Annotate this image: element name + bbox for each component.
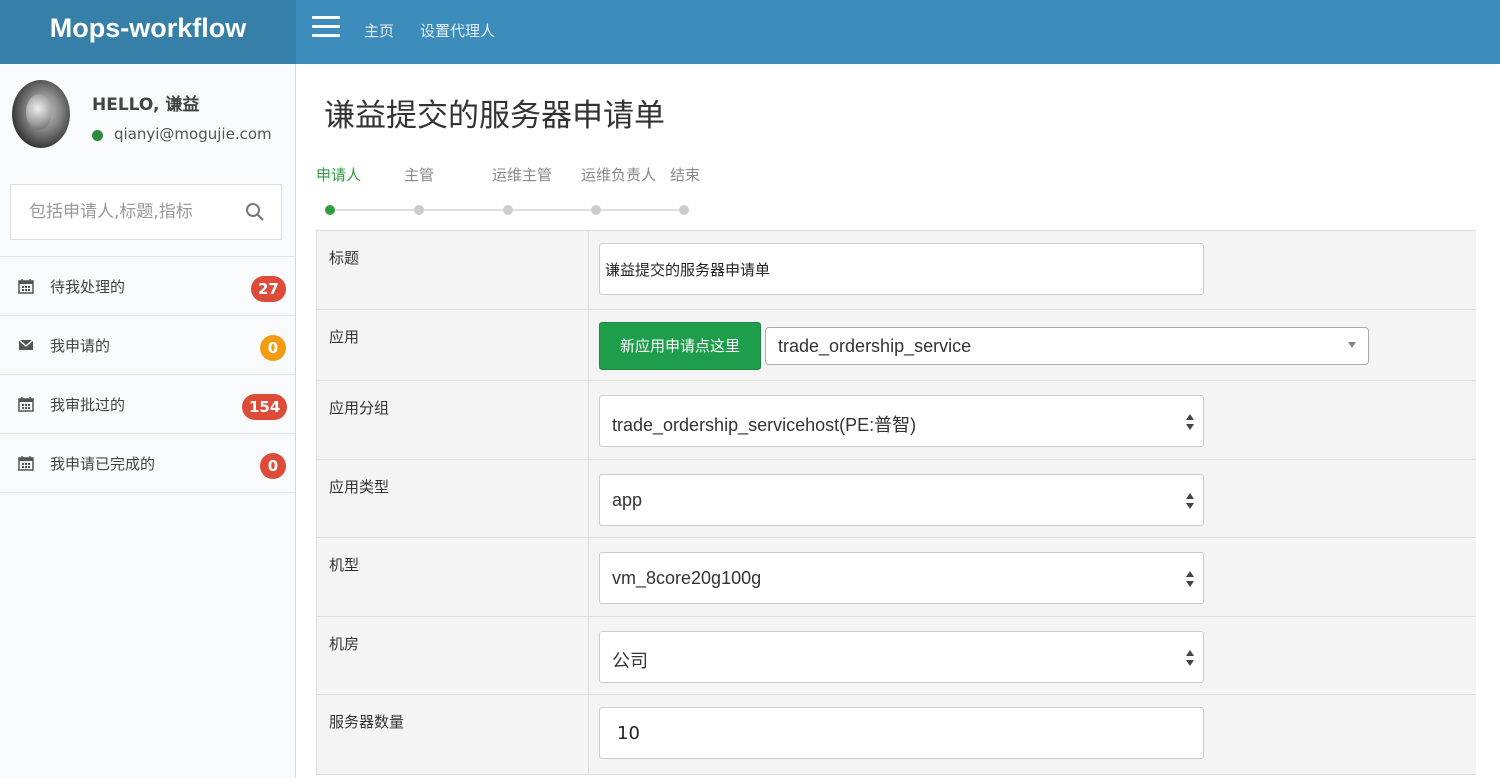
form-row-model: 机型 vm_8core20g100g	[316, 538, 1476, 617]
form-label: 机型	[316, 538, 589, 616]
form-row-group: 应用分组 trade_ordership_servicehost(PE:普智)	[316, 381, 1476, 460]
workflow-steps: 申请人 主管 运维主管 运维负责人 结束	[316, 162, 736, 222]
calendar-icon	[18, 397, 34, 412]
calendar-icon	[18, 279, 34, 294]
menu-toggle-icon[interactable]	[312, 16, 342, 38]
updown-arrows-icon	[1186, 493, 1194, 509]
app-select[interactable]: trade_ordership_service	[765, 327, 1369, 365]
step-dot	[325, 205, 335, 215]
online-status-icon	[92, 130, 103, 141]
form-label: 应用分组	[316, 381, 589, 459]
form-row-count: 服务器数量	[316, 695, 1476, 775]
user-greeting: HELLO, 谦益	[92, 95, 200, 115]
app-group-select[interactable]: trade_ordership_servicehost(PE:普智)	[599, 395, 1204, 447]
machine-model-select[interactable]: vm_8core20g100g	[599, 552, 1204, 604]
sidebar-menu: 待我处理的 27 我申请的 0 我审批过的 154 我申请已完成的 0	[0, 256, 295, 493]
title-input[interactable]	[599, 243, 1204, 295]
step-dot	[503, 205, 513, 215]
top-header: Mops-workflow 主页 设置代理人	[0, 0, 1500, 64]
count-badge: 0	[260, 335, 286, 361]
sidebar-item-label: 我申请的	[50, 337, 111, 355]
sidebar-item-label: 待我处理的	[50, 278, 126, 296]
sidebar-item-completed[interactable]: 我申请已完成的 0	[0, 434, 295, 493]
sidebar-search	[10, 184, 282, 240]
step-end: 结束	[670, 166, 701, 184]
step-ops-owner: 运维负责人	[581, 166, 657, 184]
step-ops-supervisor: 运维主管	[492, 166, 553, 184]
sidebar-item-label: 我申请已完成的	[50, 455, 156, 473]
server-count-input[interactable]	[599, 707, 1204, 759]
nav-set-proxy-link[interactable]: 设置代理人	[420, 20, 495, 41]
form-row-type: 应用类型 app	[316, 460, 1476, 538]
envelope-icon	[18, 339, 34, 350]
step-supervisor: 主管	[404, 166, 435, 184]
avatar	[12, 80, 70, 148]
count-badge: 154	[242, 394, 288, 420]
step-dot	[591, 205, 601, 215]
search-input[interactable]	[11, 185, 239, 239]
sidebar: HELLO, 谦益 qianyi@mogujie.com 待我处理的 27	[0, 64, 296, 778]
form-label: 标题	[316, 231, 589, 309]
user-email: qianyi@mogujie.com	[114, 125, 272, 143]
sidebar-item-pending[interactable]: 待我处理的 27	[0, 257, 295, 316]
new-app-request-button[interactable]: 新应用申请点这里	[599, 322, 761, 370]
form-label: 应用类型	[316, 460, 589, 537]
updown-arrows-icon	[1186, 414, 1194, 430]
app-logo[interactable]: Mops-workflow	[0, 0, 296, 64]
step-dot	[414, 205, 424, 215]
app-type-select[interactable]: app	[599, 474, 1204, 526]
sidebar-item-my-requests[interactable]: 我申请的 0	[0, 316, 295, 375]
app-select-value: trade_ordership_service	[778, 336, 972, 356]
machine-room-select[interactable]: 公司	[599, 631, 1204, 683]
search-icon[interactable]	[245, 202, 265, 222]
select-value: vm_8core20g100g	[612, 568, 762, 588]
sidebar-item-label: 我审批过的	[50, 396, 126, 414]
sidebar-item-approved[interactable]: 我审批过的 154	[0, 375, 295, 434]
main-content: 谦益提交的服务器申请单 申请人 主管 运维主管 运维负责人 结束 标题 应用 新…	[296, 64, 1500, 778]
form-label: 服务器数量	[316, 695, 589, 774]
select-value: trade_ordership_servicehost(PE:普智)	[612, 415, 917, 435]
form-label: 机房	[316, 617, 589, 694]
form-row-room: 机房 公司	[316, 617, 1476, 695]
page-title: 谦益提交的服务器申请单	[324, 98, 665, 134]
step-applicant: 申请人	[316, 166, 362, 184]
form-label: 应用	[316, 310, 589, 380]
select-value: 公司	[612, 651, 648, 671]
step-dot	[679, 205, 689, 215]
form-row-app: 应用 新应用申请点这里 trade_ordership_service	[316, 310, 1476, 381]
calendar-icon	[18, 456, 34, 471]
caret-down-icon	[1348, 342, 1356, 348]
count-badge: 27	[251, 276, 286, 302]
select-value: app	[612, 490, 643, 510]
form-row-title: 标题	[316, 231, 1476, 310]
request-form: 标题 应用 新应用申请点这里 trade_ordership_service 应…	[316, 230, 1476, 775]
nav-home-link[interactable]: 主页	[364, 20, 394, 41]
updown-arrows-icon	[1186, 650, 1194, 666]
count-badge: 0	[260, 453, 286, 479]
updown-arrows-icon	[1186, 571, 1194, 587]
